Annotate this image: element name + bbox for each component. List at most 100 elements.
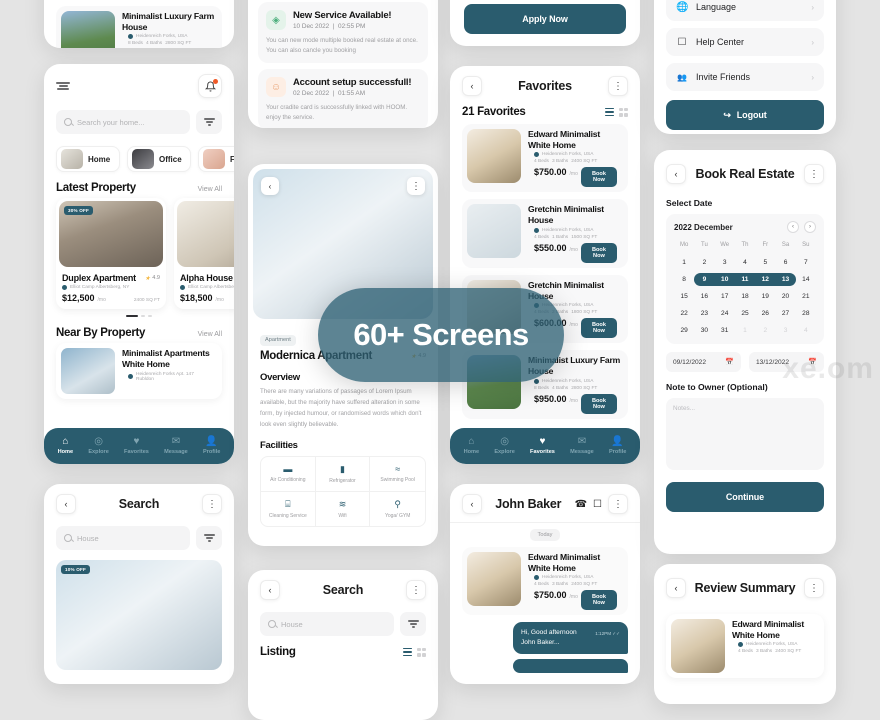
calendar-day[interactable]: 15 xyxy=(674,290,694,303)
calendar-day[interactable]: 2 xyxy=(694,256,714,269)
facility-gym[interactable]: ⚲ Yoga/ GYM xyxy=(370,492,425,526)
calendar-day-muted[interactable]: 4 xyxy=(796,324,816,337)
grid-view-icon[interactable] xyxy=(619,107,628,117)
calendar-day[interactable]: 27 xyxy=(775,307,795,320)
list-view-icon[interactable] xyxy=(605,107,614,117)
book-now-button[interactable]: Book Now xyxy=(580,590,617,611)
calendar-day[interactable]: 21 xyxy=(796,290,816,303)
calendar-day[interactable]: 6 xyxy=(775,256,795,269)
calendar-day[interactable]: 25 xyxy=(735,307,755,320)
calendar-day-selected-start[interactable]: 9 xyxy=(694,273,715,286)
video-icon[interactable]: ☐ xyxy=(593,499,602,510)
date-to-input[interactable]: 13/12/2022 📅 xyxy=(749,352,824,372)
calendar-day[interactable]: 16 xyxy=(694,290,714,303)
calendar-day-selected-end[interactable]: 13 xyxy=(775,273,796,286)
book-now-button[interactable]: Book Now xyxy=(580,242,617,263)
facility-wifi[interactable]: ≋ Wifi xyxy=(316,492,371,527)
view-all-link[interactable]: View All xyxy=(198,331,222,338)
logout-button[interactable]: ↪ Logout xyxy=(666,100,824,130)
chevron-right-icon[interactable]: › xyxy=(804,221,816,233)
hamburger-icon[interactable] xyxy=(56,81,70,91)
facility-refrigerator[interactable]: ▮ Refrigerator xyxy=(315,457,371,493)
filter-button[interactable] xyxy=(196,110,222,134)
nearby-property-card[interactable]: Minimalist Apartments White Home Heidenr… xyxy=(56,343,222,400)
notification-item[interactable]: ☺ Account setup successfull! 02 Dec 2022… xyxy=(258,69,428,128)
back-button[interactable]: ‹ xyxy=(462,494,482,514)
nav-item-explore[interactable]: ◎ Explore xyxy=(494,437,515,456)
nav-item-favorites[interactable]: ♥ Favorites xyxy=(530,437,555,456)
calendar[interactable]: 2022 December ‹ › Mo Tu We Th Fr Sa Su 1… xyxy=(666,214,824,344)
calendar-day[interactable]: 17 xyxy=(715,290,735,303)
calendar-day[interactable]: 23 xyxy=(694,307,714,320)
favorite-card[interactable]: Gretchin Minimalist House Heidenreich Fo… xyxy=(462,199,628,268)
calendar-day[interactable]: 3 xyxy=(715,256,735,269)
favorite-card[interactable]: Edward Minimalist White Home Heidenreich… xyxy=(462,124,628,193)
calendar-day[interactable]: 31 xyxy=(715,324,735,337)
filter-button[interactable] xyxy=(196,526,222,550)
continue-button[interactable]: Continue xyxy=(666,482,824,512)
calendar-day[interactable]: 14 xyxy=(796,273,816,286)
back-button[interactable]: ‹ xyxy=(260,580,280,600)
back-button[interactable]: ‹ xyxy=(261,177,279,195)
property-card[interactable]: 30% OFF Duplex Apartment ★ 4.9 Elliot Cam… xyxy=(56,198,166,309)
back-button[interactable]: ‹ xyxy=(56,494,76,514)
note-textarea[interactable]: Notes... xyxy=(666,398,824,470)
setting-row-help-center[interactable]: ☐ Help Center › xyxy=(666,28,824,56)
calendar-day-selected[interactable]: 11 xyxy=(734,273,756,286)
calendar-day[interactable]: 8 xyxy=(674,273,694,286)
menu-button[interactable]: ⋮ xyxy=(406,580,426,600)
back-button[interactable]: ‹ xyxy=(666,578,686,598)
calendar-day[interactable]: 18 xyxy=(735,290,755,303)
calendar-day-selected[interactable]: 10 xyxy=(714,273,735,286)
nav-item-profile[interactable]: 👤 Profile xyxy=(203,437,220,456)
setting-row-invite-friends[interactable]: 👥 Invite Friends › xyxy=(666,63,824,91)
menu-button[interactable]: ⋮ xyxy=(803,164,824,184)
menu-button[interactable]: ⋮ xyxy=(202,494,222,514)
calendar-day[interactable]: 26 xyxy=(755,307,775,320)
date-from-input[interactable]: 09/12/2022 📅 xyxy=(666,352,741,372)
menu-button[interactable]: ⋮ xyxy=(407,177,425,195)
latest-property-carousel[interactable]: 30% OFF Duplex Apartment ★ 4.9 Elliot Cam… xyxy=(44,198,234,309)
menu-button[interactable]: ⋮ xyxy=(608,494,628,514)
bell-icon[interactable] xyxy=(198,74,222,98)
calendar-day-muted[interactable]: 2 xyxy=(755,324,775,337)
calendar-day[interactable]: 30 xyxy=(694,324,714,337)
back-button[interactable]: ‹ xyxy=(666,164,686,184)
favorite-card[interactable]: Minimalist Luxury Farm House Heidenreich… xyxy=(56,6,222,48)
calendar-day[interactable]: 22 xyxy=(674,307,694,320)
back-button[interactable]: ‹ xyxy=(462,76,482,96)
phone-icon[interactable]: ☎ xyxy=(575,499,587,510)
calendar-day[interactable]: 29 xyxy=(674,324,694,337)
review-property-card[interactable]: Edward Minimalist White Home Heidenreich… xyxy=(666,614,824,678)
category-chip-home[interactable]: Home xyxy=(56,146,120,172)
list-view-icon[interactable] xyxy=(403,647,412,657)
category-chip-flat[interactable]: Flat xyxy=(198,146,234,172)
calendar-day[interactable]: 7 xyxy=(796,256,816,269)
chat-property-card[interactable]: Edward Minimalist White Home Heidenreich… xyxy=(462,547,628,616)
category-chip-office[interactable]: Office xyxy=(127,146,191,172)
nav-item-message[interactable]: ✉ Message xyxy=(164,437,188,456)
calendar-day-muted[interactable]: 1 xyxy=(735,324,755,337)
search-input[interactable]: Search your home... xyxy=(56,110,190,134)
nav-item-profile[interactable]: 👤 Profile xyxy=(609,437,626,456)
search-input[interactable]: House xyxy=(56,526,190,550)
nav-item-home[interactable]: ⌂ Home xyxy=(58,437,74,456)
calendar-day[interactable]: 19 xyxy=(755,290,775,303)
calendar-day[interactable]: 24 xyxy=(715,307,735,320)
calendar-day[interactable]: 20 xyxy=(775,290,795,303)
book-now-button[interactable]: Book Now xyxy=(580,167,617,188)
calendar-day[interactable]: 4 xyxy=(735,256,755,269)
nav-item-explore[interactable]: ◎ Explore xyxy=(88,437,109,456)
nav-item-favorites[interactable]: ♥ Favorites xyxy=(124,437,149,456)
facility-swimming-pool[interactable]: ≈ Swimming Pool xyxy=(370,457,425,493)
calendar-day[interactable]: 28 xyxy=(796,307,816,320)
nav-item-message[interactable]: ✉ Message xyxy=(570,437,594,456)
carousel-dots[interactable] xyxy=(44,309,234,319)
calendar-day-muted[interactable]: 3 xyxy=(775,324,795,337)
search-input[interactable]: House xyxy=(260,612,394,636)
menu-button[interactable]: ⋮ xyxy=(608,76,628,96)
calendar-day[interactable]: 5 xyxy=(755,256,775,269)
facility-cleaning-service[interactable]: ⌸ Cleaning Service xyxy=(261,492,316,527)
notification-item[interactable]: ◈ New Service Available! 10 Dec 2022 | 0… xyxy=(258,2,428,64)
property-card[interactable]: Alpha House Elliot Camp Albertsberg, NY … xyxy=(174,198,234,309)
